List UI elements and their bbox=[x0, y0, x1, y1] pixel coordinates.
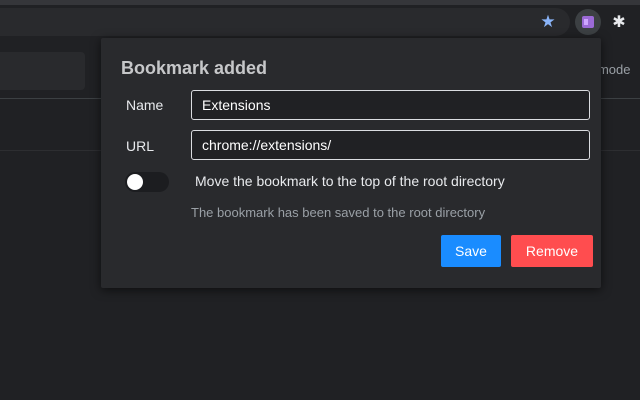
remove-button[interactable]: Remove bbox=[511, 235, 593, 267]
name-label: Name bbox=[126, 97, 164, 113]
url-input[interactable] bbox=[191, 130, 590, 160]
popup-title: Bookmark added bbox=[121, 58, 268, 78]
toggle-knob bbox=[127, 174, 143, 190]
star-icon[interactable]: ★ bbox=[538, 12, 558, 32]
tab-strip bbox=[0, 0, 640, 5]
bookmark-extension-icon bbox=[582, 16, 594, 28]
puzzle-icon[interactable]: ✱ bbox=[608, 12, 630, 34]
name-input[interactable] bbox=[191, 90, 590, 120]
url-label: URL bbox=[126, 138, 155, 154]
browser-toolbar: ★ ✱ bbox=[0, 0, 640, 40]
bookmark-extension-button[interactable] bbox=[575, 9, 601, 35]
address-bar[interactable] bbox=[0, 8, 570, 36]
bookmark-popup: Bookmark added Name URL Move the bookmar… bbox=[101, 38, 601, 288]
toggle-label: Move the bookmark to the top of the root… bbox=[195, 173, 505, 189]
page-search-box[interactable] bbox=[0, 52, 85, 90]
move-to-top-toggle[interactable] bbox=[125, 172, 169, 192]
saved-location-hint: The bookmark has been saved to the root … bbox=[191, 205, 486, 220]
save-button[interactable]: Save bbox=[441, 235, 501, 267]
